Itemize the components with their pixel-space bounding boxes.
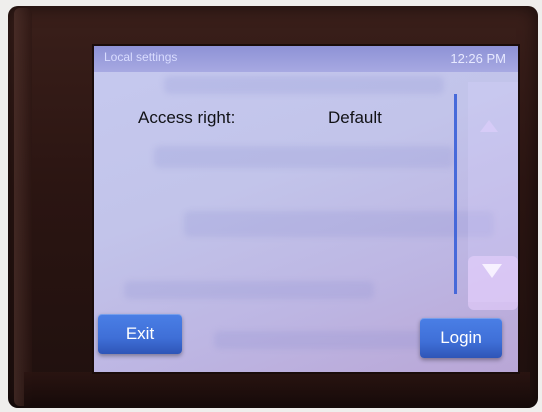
chevron-down-icon[interactable] (482, 264, 502, 278)
bezel-edge (14, 8, 32, 406)
access-right-value[interactable]: Default (328, 108, 382, 128)
ghost-overlay (184, 211, 494, 237)
ghost-overlay (214, 331, 434, 349)
clock-time: 12:26 PM (450, 51, 506, 66)
ghost-overlay (154, 146, 454, 168)
touch-screen: Local settings 12:26 PM Access right: De… (94, 46, 518, 372)
screen-title: Local settings (104, 50, 178, 64)
access-right-label: Access right: (138, 108, 236, 127)
access-right-row: Access right: Default (138, 108, 458, 132)
title-bar: Local settings 12:26 PM (94, 46, 518, 72)
exit-button[interactable]: Exit (98, 314, 182, 354)
exit-button-label: Exit (125, 324, 155, 343)
device-photo: Local settings 12:26 PM Access right: De… (0, 0, 542, 412)
login-button[interactable]: Login (420, 318, 502, 358)
scrollbar[interactable] (454, 94, 457, 294)
ghost-overlay (164, 76, 444, 94)
chevron-up-icon[interactable] (480, 120, 498, 132)
bezel-bottom (24, 372, 530, 406)
ghost-overlay (124, 281, 374, 299)
login-button-label: Login (440, 328, 482, 347)
